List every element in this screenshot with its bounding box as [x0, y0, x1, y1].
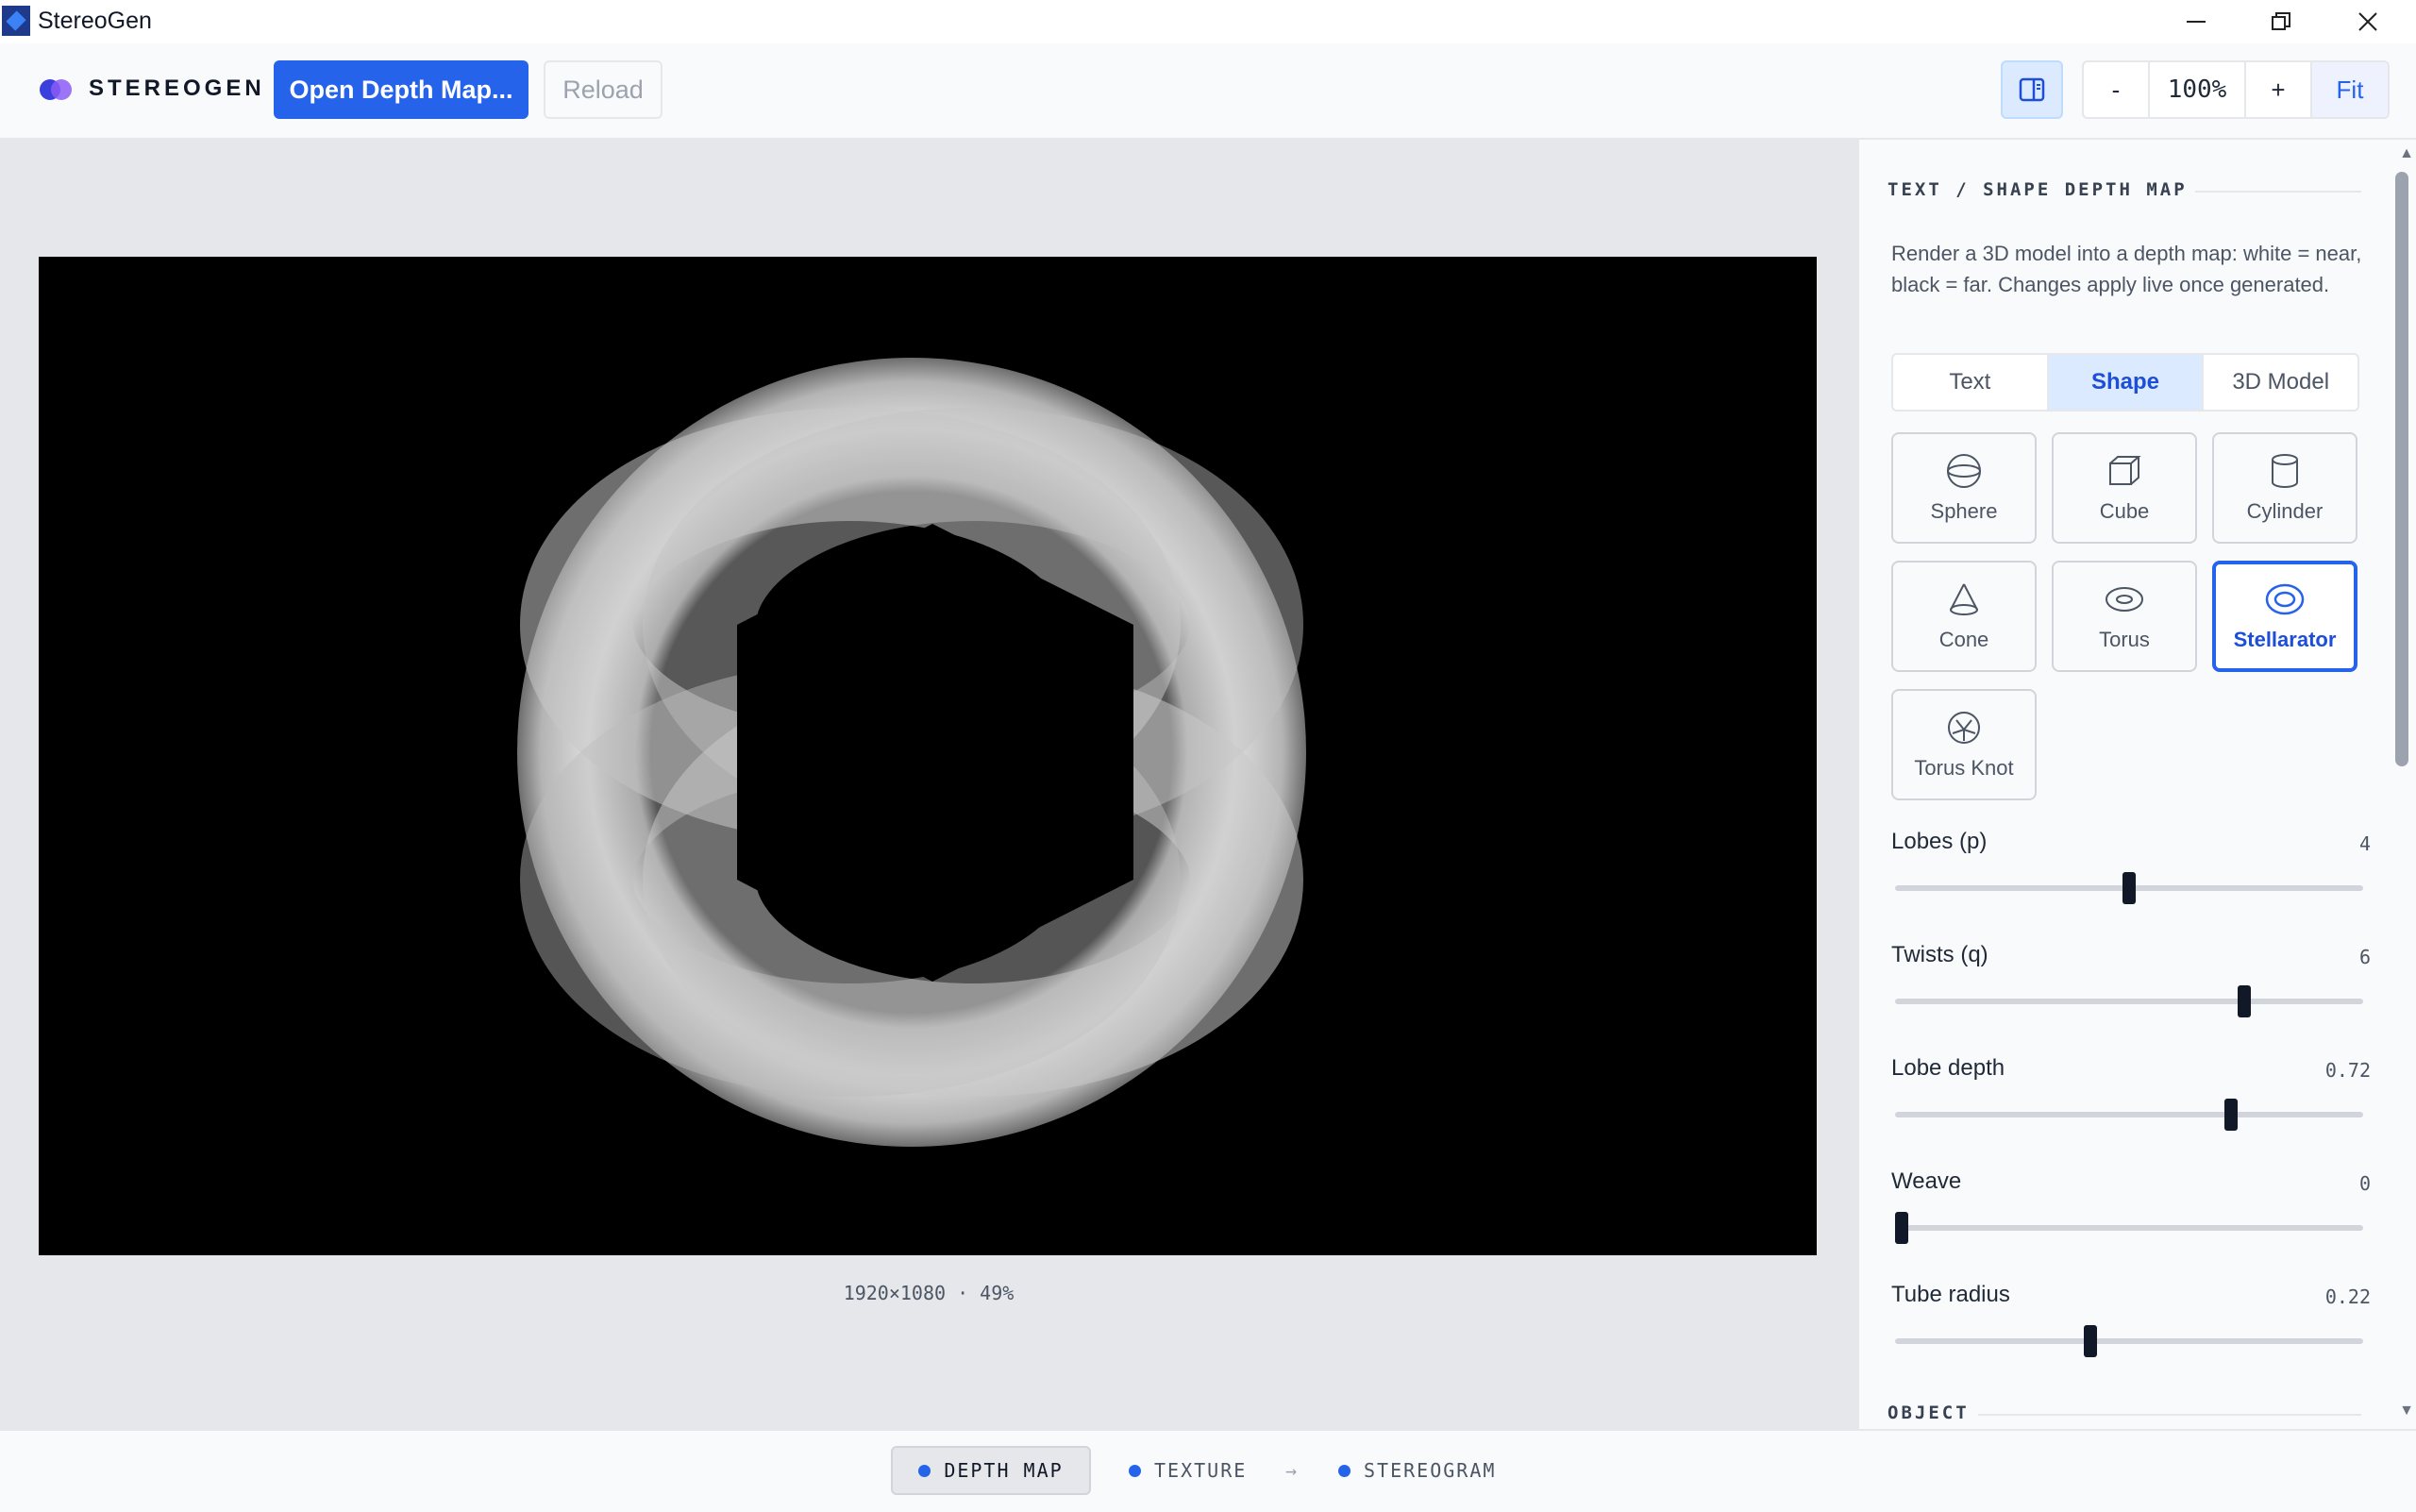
shape-label: Cylinder: [2246, 499, 2324, 523]
step-stereogram[interactable]: STEREOGRAM: [1338, 1446, 1496, 1495]
mode-tabs: Text Shape 3D Model: [1891, 353, 2359, 412]
brand-name: STEREOGEN: [89, 76, 265, 101]
torus-icon: [2106, 587, 2143, 612]
close-icon: [2358, 12, 2377, 31]
divider: [2195, 191, 2361, 193]
step-texture[interactable]: TEXTURE: [1129, 1446, 1247, 1495]
app-icon: [2, 6, 30, 36]
pipeline-bar: DEPTH MAP TEXTURE → STEREOGRAM: [0, 1429, 2416, 1512]
scroll-down-arrow[interactable]: ▼: [2399, 1403, 2414, 1420]
reload-button[interactable]: Reload: [544, 60, 663, 119]
weave-label: Weave: [1891, 1168, 1962, 1194]
twists-value: 6: [2358, 946, 2371, 968]
shape-label: Sphere: [1930, 499, 1998, 523]
zoom-controls: - 100% + Fit: [2082, 60, 2390, 119]
open-depth-map-button[interactable]: Open Depth Map...: [274, 60, 528, 119]
weave-value: 0: [2358, 1172, 2371, 1195]
shape-torus-knot-button[interactable]: Torus Knot: [1891, 689, 2037, 800]
section-title: TEXT / SHAPE DEPTH MAP: [1888, 179, 2188, 200]
weave-slider[interactable]: [1895, 1212, 2363, 1244]
scroll-up-arrow[interactable]: ▲: [2399, 145, 2414, 162]
tab-text[interactable]: Text: [1893, 355, 2049, 410]
side-panel: TEXT / SHAPE DEPTH MAP Render a 3D model…: [1857, 140, 2416, 1429]
toolbar: STEREOGEN Open Depth Map... Reload - 100…: [0, 43, 2416, 140]
lobes-value: 4: [2358, 832, 2371, 855]
slider-thumb[interactable]: [2083, 1325, 2097, 1357]
zoom-out-button[interactable]: -: [2084, 62, 2150, 117]
tube-radius-label: Tube radius: [1891, 1282, 2010, 1307]
sidebar-panel-icon: [2019, 77, 2045, 102]
depth-map-preview[interactable]: [39, 257, 1817, 1255]
tube-radius-value: 0.22: [2324, 1285, 2371, 1308]
minimize-button[interactable]: [2154, 0, 2239, 43]
tab-shape[interactable]: Shape: [2048, 355, 2205, 410]
shape-label: Cone: [1938, 628, 1989, 651]
canvas-info: 1920×1080 · 49%: [843, 1282, 1015, 1304]
divider: [1978, 1414, 2361, 1416]
lobes-label: Lobes (p): [1891, 829, 1988, 854]
canvas-area: 1920×1080 · 49%: [0, 140, 1857, 1429]
stellarator-render: [517, 358, 1306, 1147]
panel-toggle-button[interactable]: [2001, 60, 2063, 119]
lobe-depth-value: 0.72: [2324, 1059, 2371, 1082]
twists-slider[interactable]: [1895, 985, 2363, 1017]
status-dot: [918, 1464, 931, 1477]
scrollbar-thumb[interactable]: [2395, 172, 2408, 766]
zoom-in-button[interactable]: +: [2246, 62, 2312, 117]
close-button[interactable]: [2325, 0, 2410, 43]
slider-thumb[interactable]: [1895, 1212, 1908, 1244]
minimize-icon: [2187, 21, 2206, 23]
shape-torus-button[interactable]: Torus: [2052, 561, 2197, 672]
section-description: Render a 3D model into a depth map: whit…: [1891, 242, 2362, 296]
zoom-level: 100%: [2150, 62, 2246, 117]
slider-thumb[interactable]: [2223, 1099, 2238, 1131]
step-depth-map[interactable]: DEPTH MAP: [891, 1446, 1091, 1495]
tab-3d-model[interactable]: 3D Model: [2204, 355, 2357, 410]
cone-icon: [1950, 583, 1978, 615]
shape-label: Torus Knot: [1914, 756, 2014, 780]
slider-thumb[interactable]: [2237, 985, 2251, 1017]
title-bar: StereoGen: [0, 0, 2416, 43]
lobe-depth-slider[interactable]: [1895, 1099, 2363, 1131]
status-dot: [1129, 1464, 1141, 1477]
cube-icon: [2109, 456, 2141, 485]
restore-button[interactable]: [2239, 0, 2324, 43]
twists-label: Twists (q): [1891, 942, 1988, 967]
status-dot: [1338, 1464, 1351, 1477]
shape-stellarator-button[interactable]: Stellarator: [2212, 561, 2357, 672]
shape-cylinder-button[interactable]: Cylinder: [2212, 432, 2357, 544]
shape-label: Cube: [2099, 499, 2150, 523]
shape-label: Torus: [2099, 628, 2150, 651]
logo-icon: [40, 79, 77, 100]
object-section-title: OBJECT: [1888, 1403, 1970, 1423]
shape-sphere-button[interactable]: Sphere: [1891, 432, 2037, 544]
restore-icon: [2272, 12, 2290, 30]
shape-cube-button[interactable]: Cube: [2052, 432, 2197, 544]
shape-cone-button[interactable]: Cone: [1891, 561, 2037, 672]
lobe-depth-label: Lobe depth: [1891, 1055, 2005, 1081]
sphere-icon: [1947, 454, 1981, 488]
pipeline-arrow-icon: →: [1285, 1459, 1300, 1482]
window-title: StereoGen: [38, 8, 152, 34]
cylinder-icon: [2272, 454, 2298, 488]
slider-thumb[interactable]: [2122, 872, 2136, 904]
lobes-slider[interactable]: [1895, 872, 2363, 904]
stellarator-icon: [2265, 583, 2305, 615]
torus-knot-icon: [1948, 712, 1980, 744]
tube-radius-slider[interactable]: [1895, 1325, 2363, 1357]
shape-label: Stellarator: [2233, 628, 2337, 651]
zoom-fit-button[interactable]: Fit: [2312, 62, 2388, 117]
